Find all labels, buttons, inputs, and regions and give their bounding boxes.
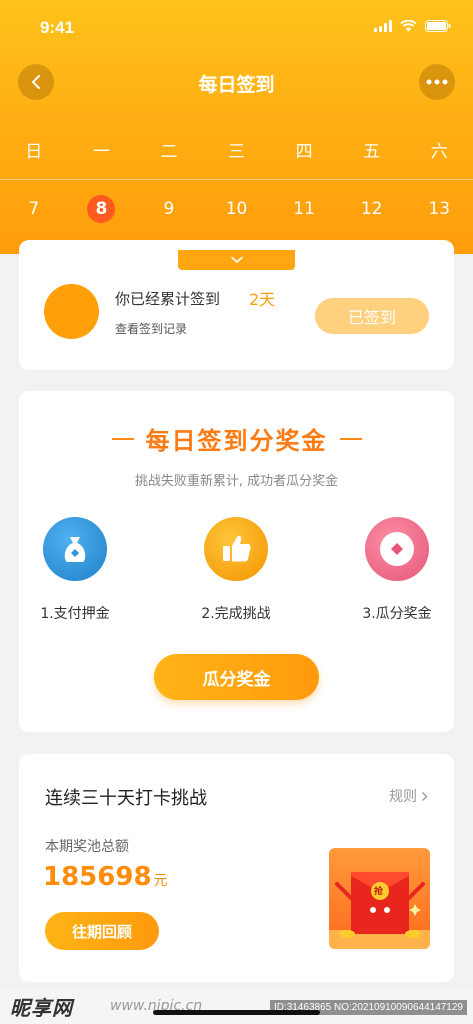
weekday-label: 五 <box>363 142 381 162</box>
weekday-label: 六 <box>430 142 448 162</box>
weekday-label: 一 <box>92 142 110 162</box>
avatar <box>44 284 99 339</box>
date-cell[interactable]: 10 <box>223 195 251 223</box>
weekday-label: 四 <box>295 142 313 162</box>
past-review-button[interactable]: 往期回顾 <box>45 912 159 950</box>
date-cell[interactable]: 7 <box>20 195 48 223</box>
watermark-bar: 昵享网 www.nipic.cn ID:31463865 NO:20210910… <box>0 990 473 1024</box>
prize-pool-value: 185698 <box>43 862 152 892</box>
promo-title: 每日签到分奖金 <box>19 421 454 456</box>
step-label: 2.完成挑战 <box>201 606 271 622</box>
promo-title-text: 每日签到分奖金 <box>145 427 328 455</box>
chevron-right-icon <box>422 791 428 801</box>
bonus-promo-card: 每日签到分奖金 挑战失败重新累计, 成功者瓜分奖金 1.支付押金 2.完成挑战 <box>19 391 454 732</box>
prize-pool-amount: 185698 元 <box>43 862 168 892</box>
prize-pool-unit: 元 <box>153 873 168 889</box>
thumbs-up-icon <box>204 517 268 581</box>
more-button[interactable] <box>419 64 455 100</box>
expand-calendar-button[interactable] <box>178 250 295 270</box>
date-cell-today[interactable]: 8 <box>87 195 116 223</box>
rules-link-label: 规则 <box>389 789 417 805</box>
watermark-logo: 昵享网 <box>10 996 73 1020</box>
weekday-label: 二 <box>160 142 178 162</box>
step-pay-deposit: 1.支付押金 <box>10 517 140 623</box>
step-complete-challenge: 2.完成挑战 <box>171 517 301 623</box>
battery-icon <box>425 20 451 32</box>
date-cell[interactable]: 11 <box>290 195 318 223</box>
weekday-label: 日 <box>25 142 43 162</box>
step-label: 1.支付押金 <box>40 606 110 622</box>
title-dash-right <box>339 437 362 440</box>
header-banner: 9:41 每日签到 日 一 二 三 四 五 六 7 8 9 10 11 12 1… <box>0 0 473 254</box>
signed-in-button[interactable]: 已签到 <box>315 298 429 334</box>
step-share-bonus: 3.瓜分奖金 <box>332 517 462 623</box>
money-bag-icon <box>43 517 107 581</box>
chevron-down-icon <box>230 256 243 264</box>
title-dash-left <box>111 437 134 440</box>
date-cell[interactable]: 13 <box>425 195 453 223</box>
rules-link[interactable]: 规则 <box>389 786 428 806</box>
wifi-icon <box>400 20 417 32</box>
status-bar: 9:41 <box>0 0 473 56</box>
date-row: 7 8 9 10 11 12 13 <box>0 194 473 224</box>
status-icons <box>374 20 451 32</box>
more-dots-icon <box>426 79 448 85</box>
home-indicator <box>153 1010 320 1015</box>
challenge-title: 连续三十天打卡挑战 <box>45 788 207 809</box>
signin-history-link[interactable]: 查看签到记录 <box>115 320 187 337</box>
coin-icon <box>365 517 429 581</box>
status-time: 9:41 <box>40 18 75 37</box>
promo-subtitle: 挑战失败重新累计, 成功者瓜分奖金 <box>134 474 339 489</box>
date-cell[interactable]: 9 <box>155 195 183 223</box>
red-packet-illustration: 抢 <box>329 848 430 949</box>
challenge-card: 连续三十天打卡挑战 规则 本期奖池总额 185698 元 往期回顾 抢 <box>19 754 454 982</box>
cumulative-signin-label: 你已经累计签到 <box>115 290 221 308</box>
prize-pool-label: 本期奖池总额 <box>45 839 129 855</box>
weekday-row: 日 一 二 三 四 五 六 <box>0 138 473 166</box>
cumulative-days: 2天 <box>249 290 276 309</box>
divider <box>0 179 473 180</box>
date-cell[interactable]: 12 <box>358 195 386 223</box>
step-label: 3.瓜分奖金 <box>362 606 432 622</box>
page-title: 每日签到 <box>198 74 275 96</box>
red-packet-grab-text: 抢 <box>374 887 384 897</box>
share-bonus-button[interactable]: 瓜分奖金 <box>154 654 319 700</box>
weekday-label: 三 <box>228 142 246 162</box>
signal-icon <box>374 20 392 32</box>
